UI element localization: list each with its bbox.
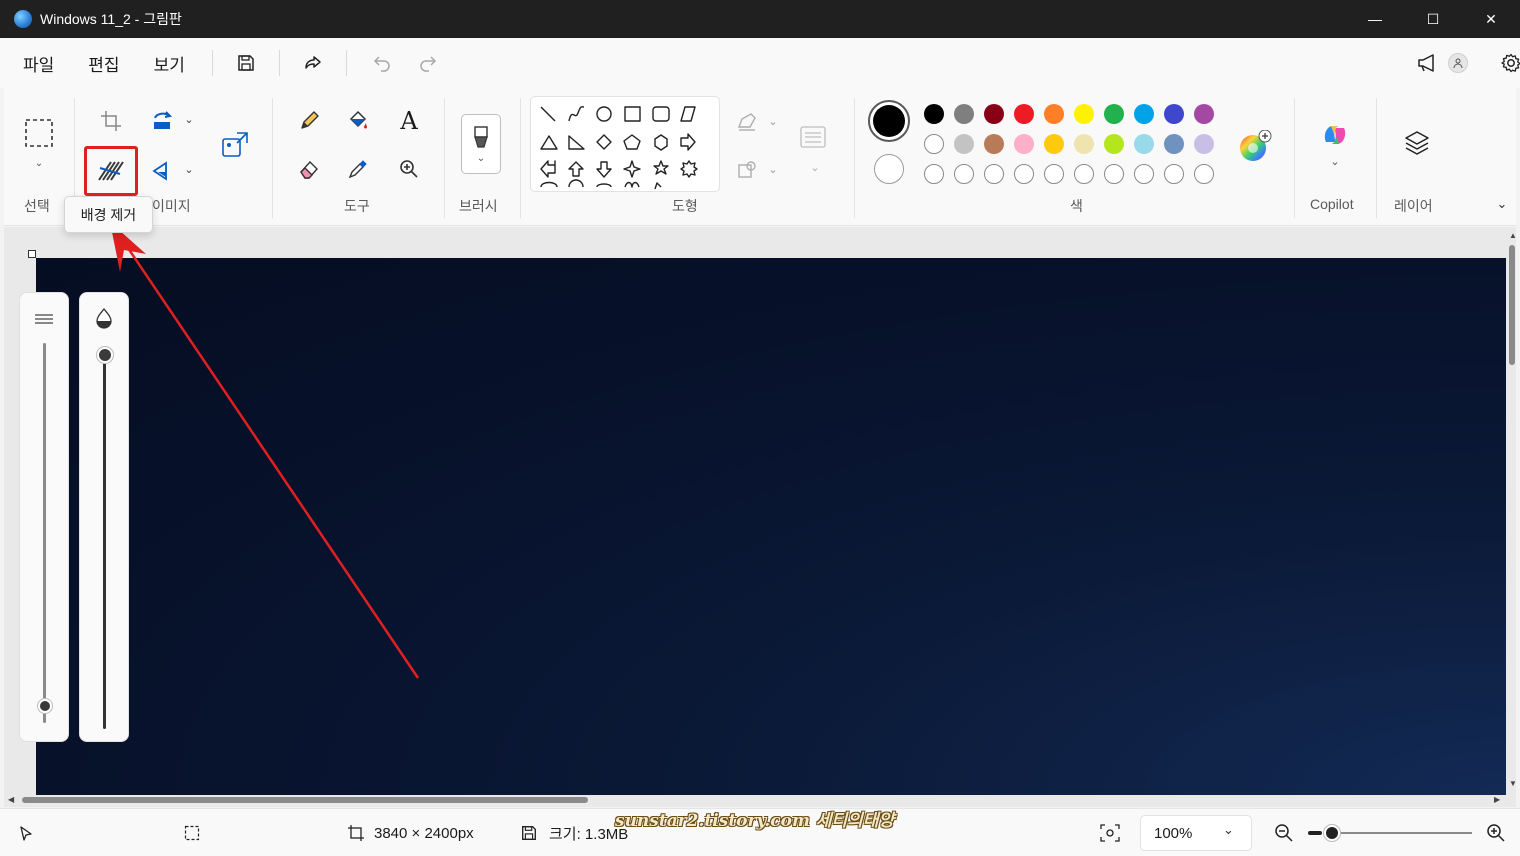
annotation-arrow (110, 222, 420, 679)
watermark-text: sunstar2.tistory.com 세티의태양 (615, 811, 895, 831)
zoom-slider-track[interactable] (1326, 832, 1472, 834)
remove-background-tooltip: 배경 제거 (64, 196, 153, 233)
zoom-select[interactable]: 100% ⌄ (1140, 815, 1252, 851)
zoom-slider-fill (1308, 831, 1322, 835)
zoom-out-icon[interactable] (1274, 809, 1294, 856)
file-size-icon (520, 809, 538, 856)
selection-size-icon (184, 809, 200, 856)
chevron-down-icon: ⌄ (1223, 822, 1234, 837)
pointer-position-icon (18, 809, 34, 856)
canvas-size-icon (348, 809, 364, 856)
zoom-value: 100% (1154, 824, 1193, 842)
fit-to-window-icon[interactable] (1100, 809, 1120, 856)
zoom-in-icon[interactable] (1486, 809, 1506, 856)
canvas-dimensions: 3840 × 2400px (374, 824, 474, 842)
zoom-slider-thumb[interactable] (1324, 825, 1340, 841)
